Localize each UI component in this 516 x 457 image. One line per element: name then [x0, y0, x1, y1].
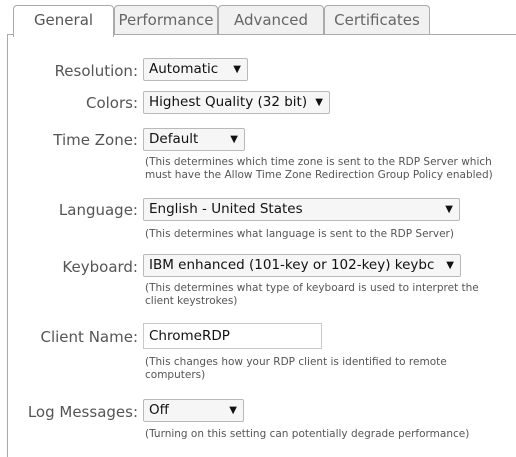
timezone-value: Default — [149, 131, 199, 147]
keyboard-help: (This determines what type of keyboard i… — [145, 282, 510, 308]
panel-border — [7, 35, 8, 457]
language-label: Language: — [58, 201, 138, 219]
keyboard-help-line1: (This determines what type of keyboard i… — [145, 282, 479, 294]
log-messages-label: Log Messages: — [27, 403, 138, 421]
client-name-help-line1: (This changes how your RDP client is ide… — [145, 356, 447, 368]
tab-performance[interactable]: Performance — [114, 5, 218, 35]
client-name-input[interactable] — [143, 323, 322, 349]
tab-bar: General Performance Advanced Certificate… — [0, 0, 516, 37]
resolution-label: Resolution: — [54, 62, 138, 80]
log-messages-value: Off — [149, 402, 169, 418]
keyboard-help-line2: client keystrokes) — [145, 295, 238, 307]
language-value: English - United States — [149, 201, 303, 217]
colors-value: Highest Quality (32 bit) — [149, 94, 308, 110]
language-help: (This determines what language is sent t… — [145, 228, 510, 241]
keyboard-value: IBM enhanced (101-key or 102-key) keybc — [149, 257, 435, 273]
chevron-down-icon: ▼ — [230, 134, 238, 145]
language-select[interactable]: English - United States ▼ — [143, 198, 460, 221]
client-name-help: (This changes how your RDP client is ide… — [145, 356, 510, 382]
keyboard-label: Keyboard: — [62, 258, 138, 276]
colors-label: Colors: — [85, 94, 138, 112]
timezone-select[interactable]: Default ▼ — [143, 128, 245, 151]
resolution-select[interactable]: Automatic ▼ — [143, 58, 248, 81]
chevron-down-icon: ▼ — [444, 255, 454, 276]
chevron-down-icon: ▼ — [445, 204, 453, 215]
client-name-label: Client Name: — [40, 328, 139, 346]
timezone-label: Time Zone: — [53, 131, 138, 149]
colors-select[interactable]: Highest Quality (32 bit) ▼ — [143, 91, 330, 114]
log-messages-help-line1: (Turning on this setting can potentially… — [145, 428, 470, 440]
log-messages-select[interactable]: Off ▼ — [143, 399, 244, 422]
timezone-help-line1: (This determines which time zone is sent… — [145, 156, 492, 168]
tab-advanced[interactable]: Advanced — [218, 5, 324, 35]
language-help-line1: (This determines what language is sent t… — [145, 228, 454, 240]
tab-certificates[interactable]: Certificates — [324, 5, 430, 35]
log-messages-help: (Turning on this setting can potentially… — [145, 428, 510, 441]
client-name-help-line2: computers) — [145, 369, 206, 381]
tab-general[interactable]: General — [13, 5, 114, 37]
timezone-help-line2: must have the Allow Time Zone Redirectio… — [145, 169, 493, 181]
resolution-value: Automatic — [149, 61, 219, 77]
timezone-help: (This determines which time zone is sent… — [145, 156, 510, 182]
keyboard-select[interactable]: IBM enhanced (101-key or 102-key) keybc … — [143, 254, 461, 277]
chevron-down-icon: ▼ — [229, 405, 237, 416]
chevron-down-icon: ▼ — [315, 97, 323, 108]
chevron-down-icon: ▼ — [233, 64, 241, 75]
